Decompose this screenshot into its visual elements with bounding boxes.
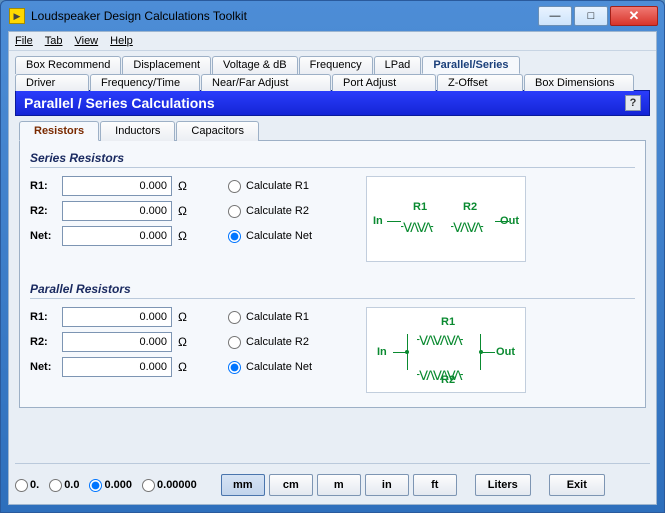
series-net-label: Net:	[30, 230, 56, 242]
subtab-resistors[interactable]: Resistors	[19, 121, 99, 141]
menubar: File Tab View Help	[9, 32, 656, 51]
subtab-inductors[interactable]: Inductors	[100, 121, 175, 141]
series-r1-label: R1:	[30, 180, 56, 192]
ohm-unit: Ω	[178, 179, 192, 193]
series-r2-input[interactable]	[62, 201, 172, 221]
diag-in-label: In	[373, 215, 383, 227]
tab-frequency[interactable]: Frequency	[299, 56, 373, 74]
parallel-calc-net-label: Calculate Net	[246, 361, 312, 373]
tab-displacement[interactable]: Displacement	[122, 56, 211, 74]
exit-button[interactable]: Exit	[549, 474, 605, 496]
parallel-title: Parallel Resistors	[30, 278, 635, 299]
tool-tabs: Box Recommend Displacement Voltage & dB …	[9, 51, 656, 90]
unit-m-button[interactable]: m	[317, 474, 361, 496]
app-icon: ▶	[9, 8, 25, 24]
maximize-button[interactable]: □	[574, 6, 608, 26]
unit-cm-button[interactable]: cm	[269, 474, 313, 496]
window-title: Loudspeaker Design Calculations Toolkit	[31, 9, 536, 23]
ohm-unit: Ω	[178, 360, 192, 374]
unit-liters-button[interactable]: Liters	[475, 474, 531, 496]
tab-port-adjust[interactable]: Port Adjust	[332, 74, 436, 91]
series-calc-net-label: Calculate Net	[246, 230, 312, 242]
tab-box-dimensions[interactable]: Box Dimensions	[524, 74, 634, 91]
sub-tabs: Resistors Inductors Capacitors	[19, 120, 646, 141]
ohm-unit: Ω	[178, 335, 192, 349]
series-net-input[interactable]	[62, 226, 172, 246]
precision-1-radio[interactable]: 0.0	[49, 479, 79, 492]
help-button[interactable]: ?	[625, 95, 641, 111]
parallel-calc-net-radio[interactable]	[228, 361, 241, 374]
diag-r2-label: R2	[463, 201, 477, 213]
parallel-section: R1: Ω R2: Ω Net: Ω	[30, 307, 635, 393]
precision-5-radio[interactable]: 0.00000	[142, 479, 197, 492]
page-title: Parallel / Series Calculations	[24, 95, 215, 111]
parallel-r2-label: R2:	[30, 336, 56, 348]
unit-mm-button[interactable]: mm	[221, 474, 265, 496]
resistor-icon: ᠊ᐯᐱᐯᐱ᠊	[451, 213, 483, 236]
tab-lpad[interactable]: LPad	[374, 56, 422, 74]
series-calc-r2-label: Calculate R2	[246, 205, 309, 217]
menu-file[interactable]: File	[15, 35, 33, 47]
series-calc-net-radio[interactable]	[228, 230, 241, 243]
menu-help[interactable]: Help	[110, 35, 133, 47]
resistor-icon: ᠊ᐯᐱᐯᐱᐯᐱ᠊	[417, 361, 463, 384]
menu-view[interactable]: View	[74, 35, 98, 47]
parallel-calc-r1-radio[interactable]	[228, 311, 241, 324]
page-title-banner: Parallel / Series Calculations ?	[15, 90, 650, 116]
series-title: Series Resistors	[30, 147, 635, 168]
series-diagram: In Out R1 R2 ᠊ᐯᐱᐯᐱ᠊ ᠊ᐯᐱᐯᐱ᠊	[366, 176, 526, 262]
client-area: File Tab View Help Box Recommend Displac…	[8, 31, 657, 505]
tab-near-far-adjust[interactable]: Near/Far Adjust	[201, 74, 331, 91]
parallel-r2-input[interactable]	[62, 332, 172, 352]
diag-out-label: Out	[496, 346, 515, 358]
unit-in-button[interactable]: in	[365, 474, 409, 496]
tab-driver[interactable]: Driver	[15, 74, 89, 91]
diag-in-label: In	[377, 346, 387, 358]
unit-ft-button[interactable]: ft	[413, 474, 457, 496]
series-calc-r1-label: Calculate R1	[246, 180, 309, 192]
parallel-calc-r2-radio[interactable]	[228, 336, 241, 349]
series-section: R1: Ω R2: Ω Net: Ω	[30, 176, 635, 262]
tab-z-offset[interactable]: Z-Offset	[437, 74, 523, 91]
series-r1-input[interactable]	[62, 176, 172, 196]
series-r2-label: R2:	[30, 205, 56, 217]
resistor-icon: ᠊ᐯᐱᐯᐱ᠊	[401, 213, 433, 236]
tab-parallel-series[interactable]: Parallel/Series	[422, 56, 519, 74]
parallel-r1-input[interactable]	[62, 307, 172, 327]
series-calc-r2-radio[interactable]	[228, 205, 241, 218]
parallel-net-input[interactable]	[62, 357, 172, 377]
parallel-calc-r1-label: Calculate R1	[246, 311, 309, 323]
precision-0-radio[interactable]: 0.	[15, 479, 39, 492]
content-panel: Series Resistors R1: Ω R2: Ω Net:	[19, 141, 646, 408]
app-window: ▶ Loudspeaker Design Calculations Toolki…	[0, 0, 665, 513]
titlebar[interactable]: ▶ Loudspeaker Design Calculations Toolki…	[1, 1, 664, 31]
parallel-calc-r2-label: Calculate R2	[246, 336, 309, 348]
parallel-diagram: In Out R1 R2 ᠊ᐯᐱᐯᐱᐯᐱ᠊ ᠊ᐯᐱᐯᐱᐯᐱ᠊	[366, 307, 526, 393]
menu-tab[interactable]: Tab	[45, 35, 63, 47]
tab-box-recommend[interactable]: Box Recommend	[15, 56, 121, 74]
series-calc-r1-radio[interactable]	[228, 180, 241, 193]
tab-frequency-time[interactable]: Frequency/Time	[90, 74, 200, 91]
parallel-r1-label: R1:	[30, 311, 56, 323]
ohm-unit: Ω	[178, 229, 192, 243]
diag-r1-label: R1	[413, 201, 427, 213]
parallel-net-label: Net:	[30, 361, 56, 373]
ohm-unit: Ω	[178, 204, 192, 218]
subtab-capacitors[interactable]: Capacitors	[176, 121, 259, 141]
ohm-unit: Ω	[178, 310, 192, 324]
resistor-icon: ᠊ᐯᐱᐯᐱᐯᐱ᠊	[417, 326, 463, 349]
tab-voltage-db[interactable]: Voltage & dB	[212, 56, 298, 74]
bottom-toolbar: 0. 0.0 0.000 0.00000 mm cm m in ft Liter…	[15, 463, 650, 496]
minimize-button[interactable]: —	[538, 6, 572, 26]
precision-3-radio[interactable]: 0.000	[89, 479, 132, 492]
close-button[interactable]: ✕	[610, 6, 658, 26]
